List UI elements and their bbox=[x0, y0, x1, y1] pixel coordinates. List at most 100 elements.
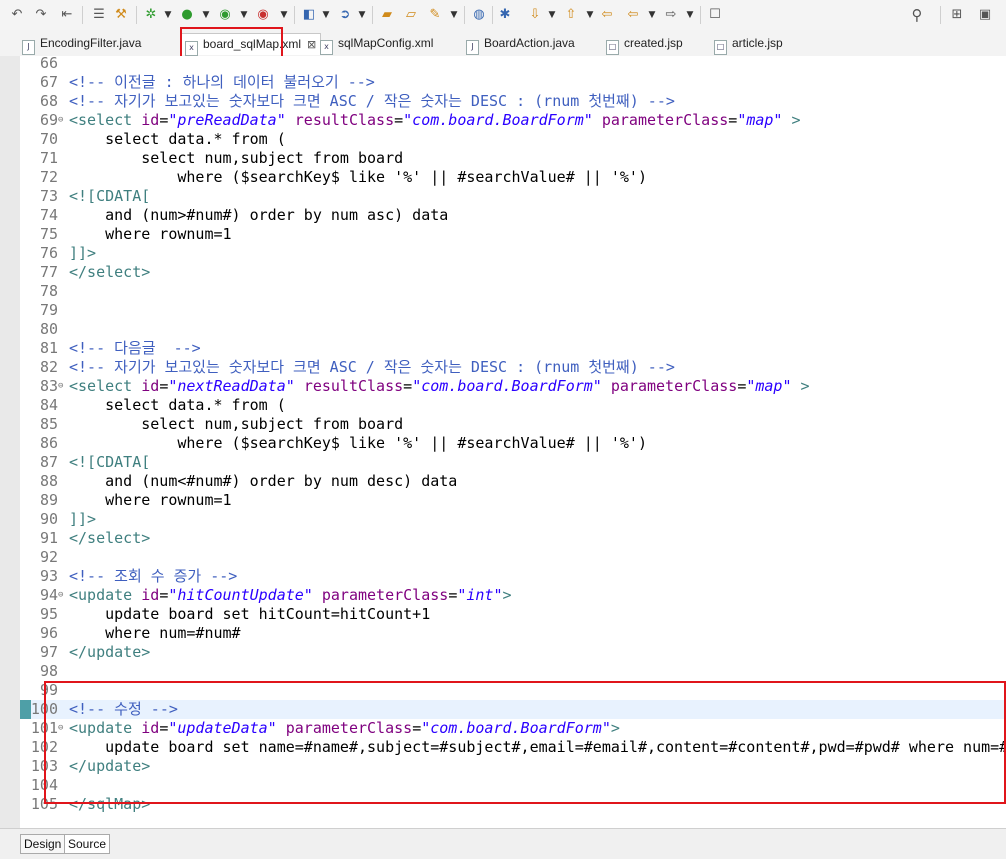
stop-dropdown-icon[interactable]: ▼ bbox=[280, 6, 288, 24]
code-text: and (num<#num#) order by num desc) data bbox=[69, 472, 458, 490]
code-line[interactable]: 86 where ($searchKey$ like '%' || #searc… bbox=[20, 434, 1006, 453]
close-icon[interactable]: ⊠ bbox=[307, 38, 316, 51]
code-line[interactable]: 68 <!-- 자기가 보고있는 숫자보다 크면 ASC / 작은 숫자는 DES… bbox=[20, 92, 1006, 111]
code-line[interactable]: 85 select num,subject from board bbox=[20, 415, 1006, 434]
previous-annotation-icon[interactable]: ⇧ bbox=[564, 6, 578, 24]
new-file-icon[interactable]: ◧ bbox=[302, 6, 316, 24]
code-line[interactable]: 91 </select> bbox=[20, 529, 1006, 548]
code-line[interactable]: 97 </update> bbox=[20, 643, 1006, 662]
code-line[interactable]: 72 where ($searchKey$ like '%' || #searc… bbox=[20, 168, 1006, 187]
code-line[interactable]: 75 where rownum=1 bbox=[20, 225, 1006, 244]
code-line[interactable]: 81 <!-- 다음글 --> bbox=[20, 339, 1006, 358]
code-line[interactable]: 70 select data.* from ( bbox=[20, 130, 1006, 149]
code-text: <![CDATA[ bbox=[69, 453, 151, 471]
code-line[interactable]: 82 <!-- 자기가 보고있는 숫자보다 크면 ASC / 작은 숫자는 DES… bbox=[20, 358, 1006, 377]
run-server-icon[interactable]: ◉ bbox=[218, 6, 232, 24]
code-line[interactable]: 94 ⊖ <update id="hitCountUpdate" parameter… bbox=[20, 586, 1006, 605]
main-toolbar: ↶ ↷ ⇤ ☰ ⚒ ✲ ▼ ● ▼ ◉ ▼ ◉ ▼ ◧ ▼ ➲ ▼ ▰ ▱ ✎ … bbox=[0, 0, 1006, 31]
redo-icon[interactable]: ↷ bbox=[34, 6, 48, 24]
run-server-dropdown-icon[interactable]: ▼ bbox=[240, 6, 248, 24]
code-text: select num,subject from board bbox=[69, 415, 404, 433]
run-icon[interactable]: ● bbox=[180, 6, 194, 24]
code-line[interactable]: 83 ⊖ <select id="nextReadData" resultClass… bbox=[20, 377, 1006, 396]
refresh-dropdown-icon[interactable]: ▼ bbox=[358, 6, 366, 24]
code-line[interactable]: 73 <![CDATA[ bbox=[20, 187, 1006, 206]
code-line[interactable]: 80 bbox=[20, 320, 1006, 339]
code-line[interactable]: 69 ⊖ <select id="preReadData" resultClass=… bbox=[20, 111, 1006, 130]
last-edit-icon[interactable]: ⇦ bbox=[600, 6, 614, 24]
tab-label: BoardAction.java bbox=[484, 36, 575, 50]
code-text: <!-- 자기가 보고있는 숫자보다 크면 ASC / 작은 숫자는 DESC … bbox=[69, 92, 675, 110]
next-annotation-dropdown-icon[interactable]: ▼ bbox=[548, 6, 556, 24]
globe-icon[interactable]: ◍ bbox=[472, 6, 486, 24]
next-annotation-icon[interactable]: ⇩ bbox=[528, 6, 542, 24]
code-line[interactable]: 74 and (num>#num#) order by num asc) dat… bbox=[20, 206, 1006, 225]
code-line[interactable]: 79 bbox=[20, 301, 1006, 320]
refresh-icon[interactable]: ➲ bbox=[338, 6, 352, 24]
stop-icon[interactable]: ◉ bbox=[256, 6, 270, 24]
list-icon[interactable]: ☰ bbox=[92, 6, 106, 24]
fold-toggle-icon[interactable]: ⊖ bbox=[58, 111, 67, 130]
tab-article-jsp[interactable]: □ article.jsp bbox=[714, 33, 783, 55]
code-text: select data.* from ( bbox=[69, 396, 286, 414]
line-number: 80 bbox=[39, 320, 58, 338]
code-line[interactable]: 90]]> bbox=[20, 510, 1006, 529]
new-file-dropdown-icon[interactable]: ▼ bbox=[322, 6, 330, 24]
code-line[interactable]: 76]]> bbox=[20, 244, 1006, 263]
code-line[interactable]: 92 bbox=[20, 548, 1006, 567]
tab-encodingfilter-java[interactable]: J EncodingFilter.java bbox=[22, 33, 141, 55]
line-number: 77 bbox=[39, 263, 58, 281]
tab-created-jsp[interactable]: □ created.jsp bbox=[606, 33, 683, 55]
code-text: where num=#num# bbox=[69, 624, 241, 642]
code-text: ]]> bbox=[69, 244, 97, 262]
code-line[interactable]: 78 bbox=[20, 282, 1006, 301]
tab-boardaction-java[interactable]: J BoardAction.java bbox=[466, 33, 575, 55]
line-number: 93 bbox=[39, 567, 58, 585]
back-icon[interactable]: ⇦ bbox=[626, 6, 640, 24]
line-number: 83 bbox=[39, 377, 58, 395]
code-line[interactable]: 87 <![CDATA[ bbox=[20, 453, 1006, 472]
fold-toggle-icon[interactable]: ⊖ bbox=[58, 586, 67, 605]
folder-icon[interactable]: ▱ bbox=[404, 6, 418, 24]
tools-icon[interactable]: ⚒ bbox=[114, 6, 128, 24]
back-dropdown-icon[interactable]: ▼ bbox=[648, 6, 656, 24]
code-text: <![CDATA[ bbox=[69, 187, 151, 205]
new-window-icon[interactable]: ☐ bbox=[708, 6, 722, 24]
line-number: 69 bbox=[39, 111, 58, 129]
code-line[interactable]: 66 bbox=[20, 56, 1006, 73]
open-folder-icon[interactable]: ▰ bbox=[380, 6, 394, 24]
tab-source[interactable]: Source bbox=[64, 834, 111, 854]
open-perspective-icon[interactable]: ⊞ bbox=[950, 6, 964, 24]
code-line[interactable]: 96 where num=#num# bbox=[20, 624, 1006, 643]
debug-dropdown-icon[interactable]: ▼ bbox=[164, 6, 172, 24]
code-line[interactable]: 93 <!-- 조회 수 증가 --> bbox=[20, 567, 1006, 586]
perspective-icon[interactable]: ▣ bbox=[978, 6, 992, 24]
search-icon[interactable]: ⚲ bbox=[910, 6, 924, 24]
build-dropdown-icon[interactable]: ▼ bbox=[450, 6, 458, 24]
search-files-icon[interactable]: ✱ bbox=[498, 6, 512, 24]
tab-label: sqlMapConfig.xml bbox=[338, 36, 434, 50]
format-icon[interactable]: ⇤ bbox=[60, 6, 74, 24]
code-text: <select id="nextReadData" resultClass="c… bbox=[69, 377, 810, 395]
debug-icon[interactable]: ✲ bbox=[144, 6, 158, 24]
code-line[interactable]: 71 select num,subject from board bbox=[20, 149, 1006, 168]
code-line[interactable]: 84 select data.* from ( bbox=[20, 396, 1006, 415]
xml-file-icon: x bbox=[320, 40, 333, 55]
code-line[interactable]: 77 </select> bbox=[20, 263, 1006, 282]
code-line[interactable]: 67 <!-- 이전글 : 하나의 데이터 불러오기 --> bbox=[20, 73, 1006, 92]
build-icon[interactable]: ✎ bbox=[428, 6, 442, 24]
code-line[interactable]: 89 where rownum=1 bbox=[20, 491, 1006, 510]
tab-label: article.jsp bbox=[732, 36, 783, 50]
jsp-file-icon: □ bbox=[714, 40, 727, 55]
code-line[interactable]: 95 update board set hitCount=hitCount+1 bbox=[20, 605, 1006, 624]
undo-icon[interactable]: ↶ bbox=[10, 6, 24, 24]
tab-sqlmapconfig-xml[interactable]: x sqlMapConfig.xml bbox=[320, 33, 434, 55]
forward-icon[interactable]: ⇨ bbox=[664, 6, 678, 24]
run-dropdown-icon[interactable]: ▼ bbox=[202, 6, 210, 24]
code-line[interactable]: 88 and (num<#num#) order by num desc) da… bbox=[20, 472, 1006, 491]
tab-design[interactable]: Design bbox=[20, 834, 66, 854]
previous-annotation-dropdown-icon[interactable]: ▼ bbox=[586, 6, 594, 24]
fold-toggle-icon[interactable]: ⊖ bbox=[58, 377, 67, 396]
forward-dropdown-icon[interactable]: ▼ bbox=[686, 6, 694, 24]
code-line[interactable]: 98 bbox=[20, 662, 1006, 681]
